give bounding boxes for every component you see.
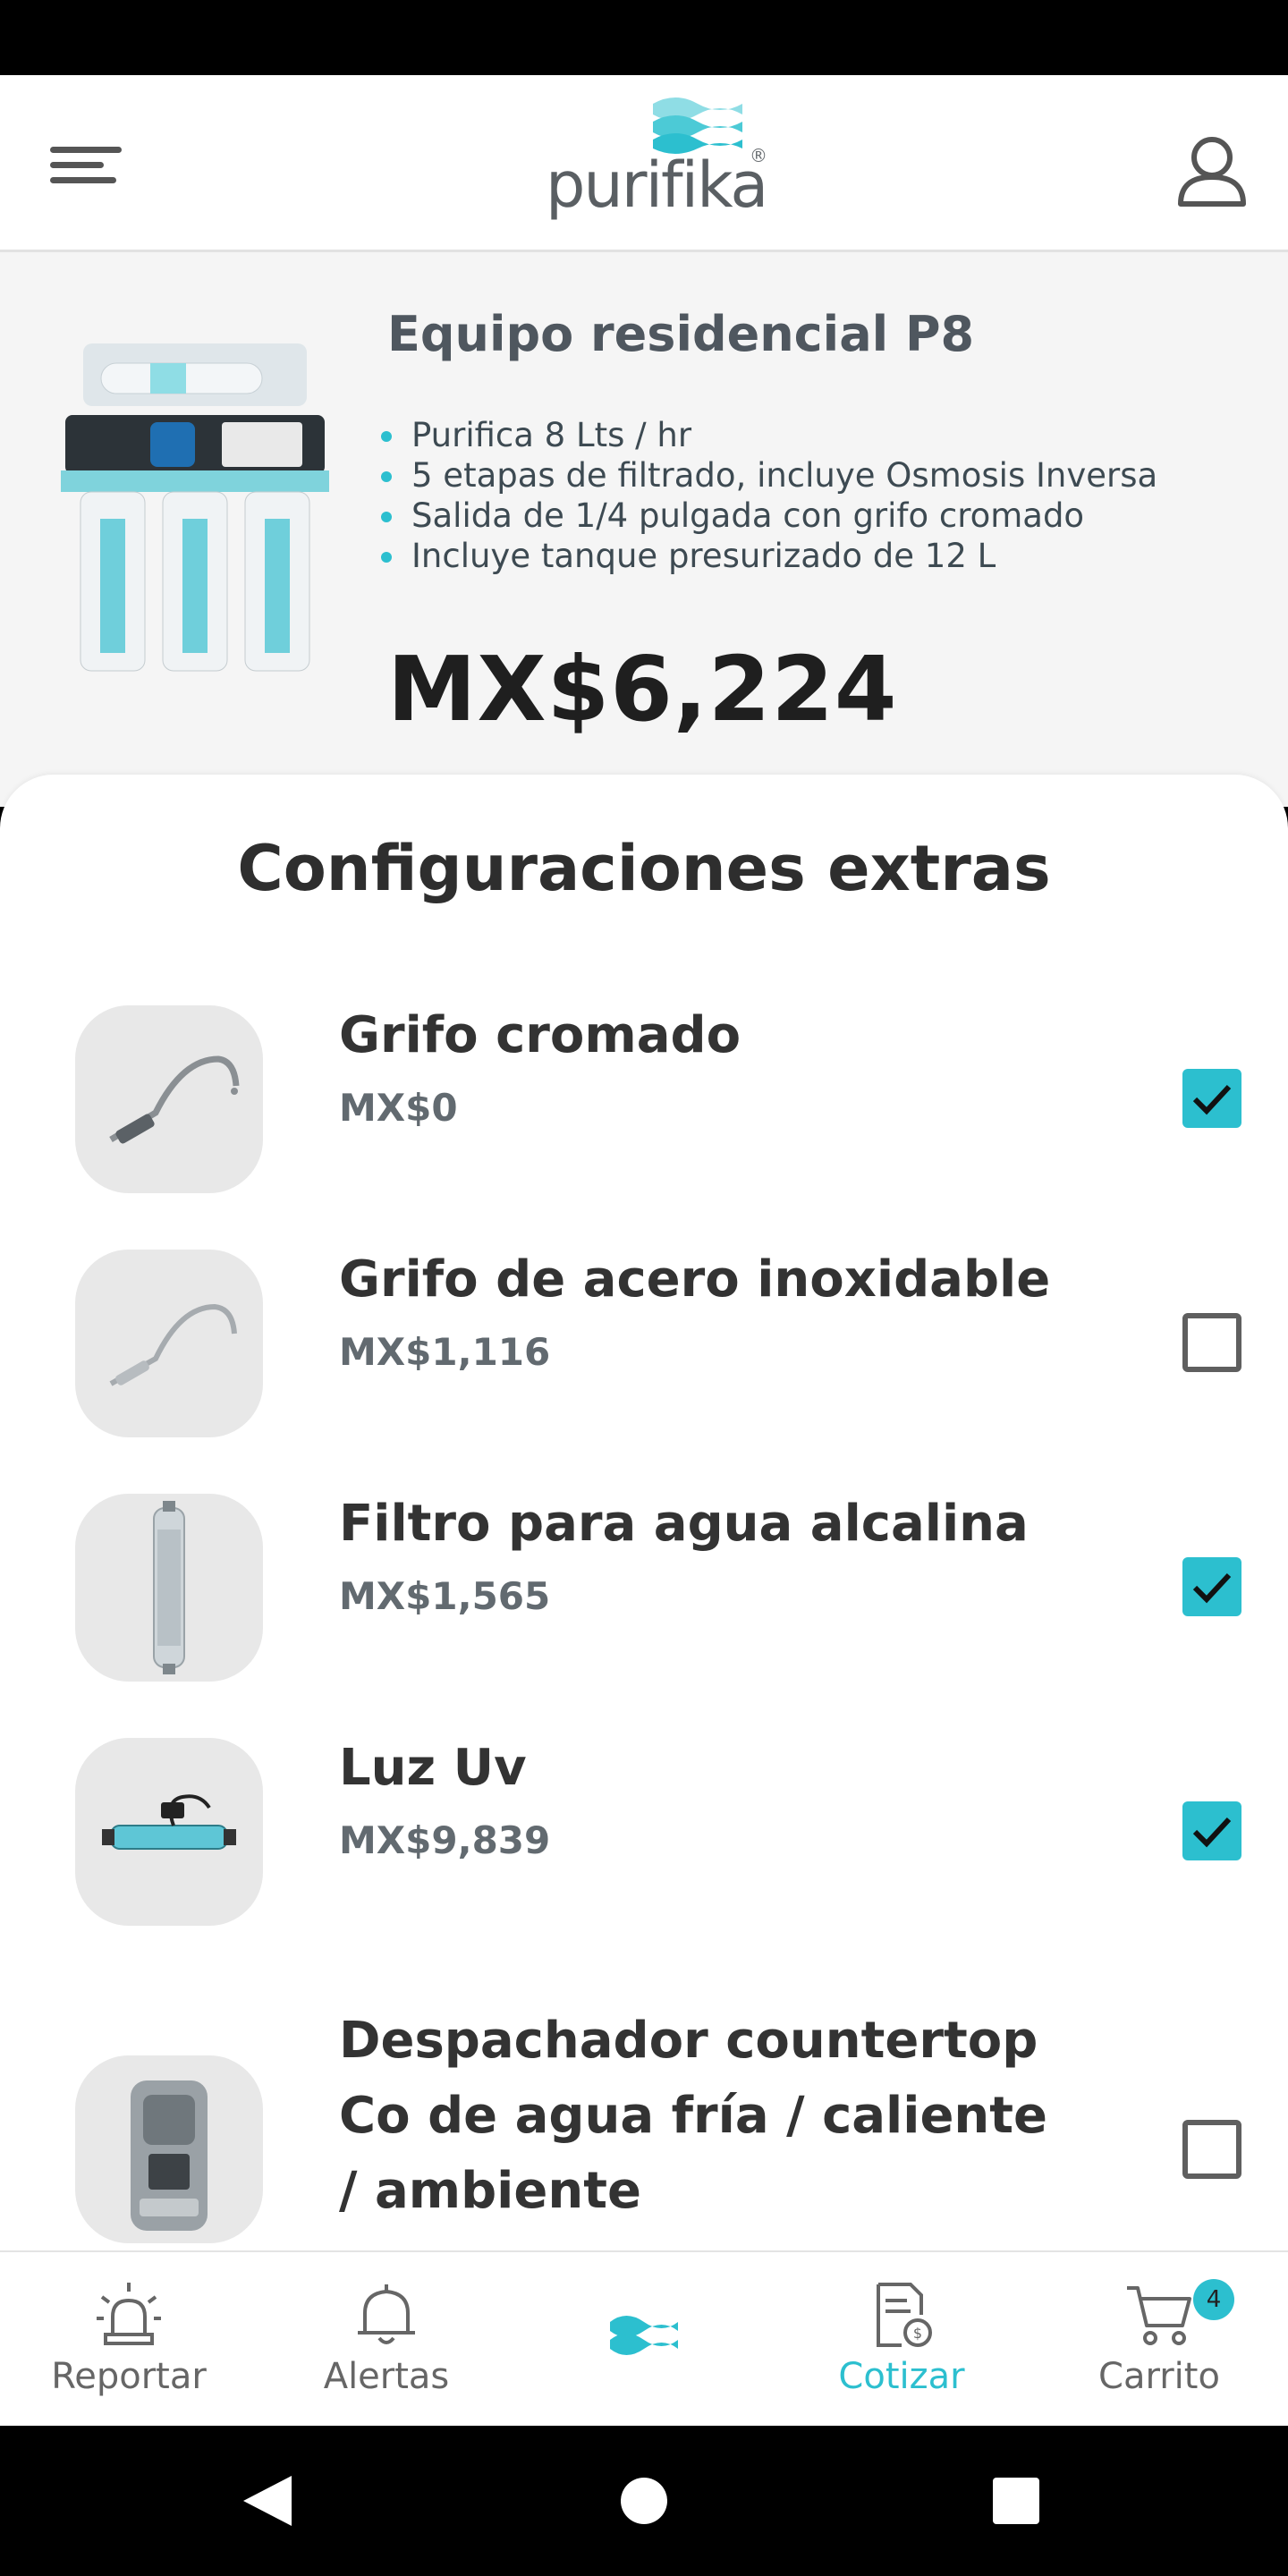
option-name: Grifo cromado <box>339 1006 741 1064</box>
feature-item: Incluye tanque presurizado de 12 L <box>376 536 1157 576</box>
alarm-light-icon <box>97 2283 161 2345</box>
quote-document-icon: $ <box>877 2283 932 2347</box>
check-icon <box>1192 1084 1232 1115</box>
nav-item-home[interactable] <box>515 2252 773 2428</box>
waves-logo-icon <box>610 2316 678 2355</box>
recents-icon[interactable] <box>993 2478 1039 2524</box>
cart-count-badge: 4 <box>1193 2279 1234 2320</box>
nav-label: Alertas <box>323 2356 450 2397</box>
system-navigation-bar <box>0 2426 1288 2576</box>
waves-logo-icon <box>653 97 742 154</box>
app-header: purifika ® <box>0 75 1288 252</box>
status-bar <box>0 0 1288 75</box>
feature-item: 5 etapas de filtrado, incluye Osmosis In… <box>376 455 1157 496</box>
product-price: MX$6,224 <box>387 637 898 741</box>
svg-text:$: $ <box>913 2325 922 2342</box>
profile-button[interactable] <box>1172 129 1252 209</box>
uv-light-image <box>75 1738 263 1926</box>
back-icon[interactable] <box>243 2476 292 2526</box>
nav-item-cotizar[interactable]: $ Cotizar <box>773 2252 1030 2428</box>
home-icon[interactable] <box>621 2478 667 2524</box>
bottom-navigation: Reportar Alertas $ Cotizar 4 Carrito <box>0 2250 1288 2426</box>
registered-mark: ® <box>750 145 767 166</box>
check-icon <box>1192 1817 1232 1848</box>
nav-label-active: Cotizar <box>838 2356 965 2397</box>
alkaline-filter-image <box>75 1494 263 1682</box>
purifika-logo[interactable]: purifika ® <box>537 91 787 225</box>
nav-item-alertas[interactable]: Alertas <box>258 2252 515 2428</box>
option-name: Despachador countertop Co de agua fría /… <box>339 2012 1048 2220</box>
product-title: Equipo residencial P8 <box>387 306 975 362</box>
option-checkbox-checked[interactable] <box>1182 1069 1241 1128</box>
nav-item-reportar[interactable]: Reportar <box>0 2252 258 2428</box>
extras-title: Configuraciones extras <box>237 832 1051 905</box>
option-name: Grifo de acero inoxidable <box>339 1250 1051 1309</box>
faucet-steel-image <box>75 1250 263 1437</box>
water-dispenser-image <box>75 2055 263 2243</box>
option-checkbox-unchecked[interactable] <box>1182 1313 1241 1372</box>
option-checkbox-unchecked[interactable] <box>1182 2120 1241 2179</box>
user-icon <box>1178 137 1246 207</box>
faucet-chrome-image <box>75 1005 263 1193</box>
feature-list: Purifica 8 Lts / hr 5 etapas de filtrado… <box>376 415 1157 576</box>
option-price: MX$9,839 <box>339 1818 551 1862</box>
option-price: MX$1,565 <box>339 1574 551 1618</box>
nav-label: Carrito <box>1098 2356 1220 2397</box>
product-image <box>61 343 329 674</box>
option-name: Luz Uv <box>339 1739 527 1797</box>
nav-label: Reportar <box>51 2356 207 2397</box>
nav-item-carrito[interactable]: 4 Carrito <box>1030 2252 1288 2428</box>
extras-sheet: Configuraciones extras Grifo cromado MX$… <box>0 775 1288 2250</box>
feature-item: Purifica 8 Lts / hr <box>376 415 1157 455</box>
option-checkbox-checked[interactable] <box>1182 1557 1241 1616</box>
menu-button[interactable] <box>45 134 131 197</box>
cart-icon <box>1127 2286 1191 2345</box>
option-name: Filtro para agua alcalina <box>339 1495 1029 1553</box>
product-summary: Equipo residencial P8 Purifica 8 Lts / h… <box>0 252 1288 807</box>
option-price: MX$0 <box>339 1086 458 1130</box>
option-price: MX$1,116 <box>339 1330 551 1374</box>
logo-text: purifika <box>546 148 768 222</box>
feature-item: Salida de 1/4 pulgada con grifo cromado <box>376 496 1157 536</box>
check-icon <box>1192 1572 1232 1604</box>
bell-icon <box>358 2284 415 2344</box>
option-checkbox-checked[interactable] <box>1182 1801 1241 1860</box>
menu-icon <box>50 147 122 183</box>
